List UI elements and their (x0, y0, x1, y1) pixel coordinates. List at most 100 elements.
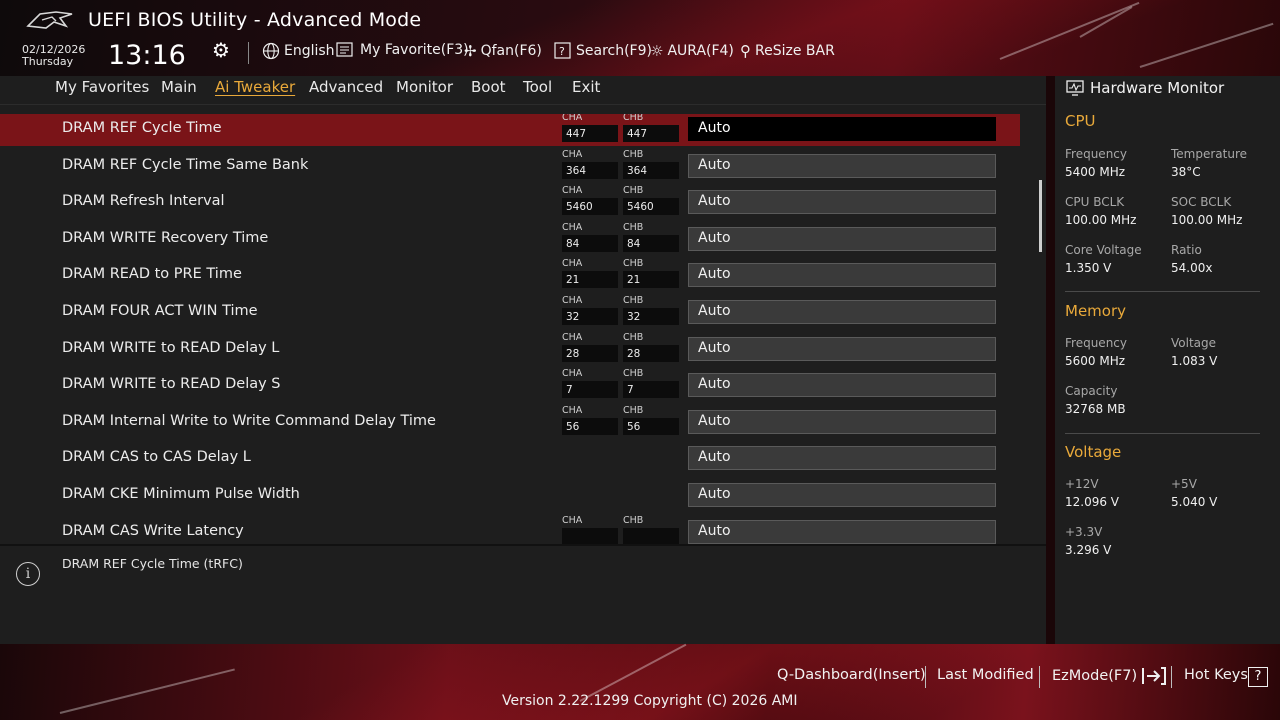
setting-value: Auto (698, 303, 731, 319)
setting-row-dram-cas-write-latency[interactable]: DRAM CAS Write Latency CHA CHB Auto (0, 514, 1020, 544)
setting-row-dram-refresh-interval[interactable]: DRAM Refresh Interval CHA 5460 CHB 5460 Au… (0, 185, 1020, 219)
resize-bar-icon: ⚲ (740, 42, 751, 60)
cha-value: 21 (566, 274, 580, 287)
chb-value: 21 (627, 274, 641, 287)
chb-value: 84 (627, 237, 641, 250)
chb-readout: CHB 21 (623, 258, 679, 289)
cpu-frequency-value: 5400 MHz (1065, 165, 1126, 179)
setting-label: DRAM CKE Minimum Pulse Width (62, 486, 300, 502)
setting-label: DRAM REF Cycle Time (62, 120, 222, 136)
tab-exit[interactable]: Exit (572, 78, 600, 96)
qfan-button[interactable]: ✢ Qfan(F6) (464, 42, 542, 60)
setting-row-dram-ref-cycle-time-same-bank[interactable]: DRAM REF Cycle Time Same Bank CHA 364 CHB… (0, 149, 1020, 183)
section-divider (1065, 433, 1260, 434)
hot-keys-button[interactable]: Hot Keys (1184, 667, 1248, 683)
cha-readout: CHA 447 (562, 114, 618, 142)
setting-label: DRAM WRITE to READ Delay L (62, 339, 280, 356)
help-question-icon[interactable]: ? (1248, 667, 1268, 687)
setting-value: Auto (698, 339, 731, 356)
setting-row-dram-internal-write-to-write-command-delay-time[interactable]: DRAM Internal Write to Write Command Del… (0, 405, 1020, 439)
tab-tool[interactable]: Tool (523, 78, 552, 96)
header-divider (248, 42, 249, 64)
favorite-list-icon (336, 42, 353, 57)
core-voltage-label: Core Voltage (1065, 243, 1142, 257)
resize-bar-button[interactable]: ⚲ ReSize BAR (740, 42, 835, 60)
setting-value-field[interactable]: Auto (688, 483, 996, 507)
soc-bclk-value: 100.00 MHz (1171, 213, 1243, 227)
cha-caption: CHA (562, 295, 583, 306)
chb-value: 28 (627, 347, 641, 360)
setting-row-dram-write-to-read-delay-l[interactable]: DRAM WRITE to READ Delay L CHA 28 CHB 28 A… (0, 332, 1020, 366)
chb-caption: CHB (623, 368, 644, 380)
cpu-heading: CPU (1065, 112, 1096, 130)
tab-ai-tweaker[interactable]: Ai Tweaker (215, 78, 295, 96)
chb-value: 364 (627, 164, 648, 177)
setting-value: Auto (698, 449, 731, 466)
ezmode-label: EzMode(F7) (1052, 668, 1138, 684)
scrollbar[interactable] (1039, 180, 1042, 252)
setting-value: Auto (698, 522, 731, 539)
setting-value-field[interactable]: Auto (688, 409, 996, 434)
core-voltage-value: 1.350 V (1065, 261, 1112, 275)
info-icon: i (16, 562, 40, 586)
my-favorite-button[interactable]: My Favorite(F3) (336, 42, 469, 58)
language-button[interactable]: English (262, 42, 335, 60)
chb-value: 32 (627, 311, 641, 323)
setting-label: DRAM WRITE Recovery Time (62, 229, 269, 246)
setting-value: Auto (698, 412, 731, 429)
setting-label: DRAM Refresh Interval (62, 193, 225, 210)
tab-advanced[interactable]: Advanced (309, 78, 383, 96)
setting-row-dram-cke-minimum-pulse-width[interactable]: DRAM CKE Minimum Pulse Width Auto (0, 480, 1020, 512)
footer-divider (1171, 666, 1172, 688)
cha-readout: CHA 56 (562, 405, 618, 435)
cha-readout: CHA 32 (562, 295, 618, 325)
v33-label: +3.3V (1065, 525, 1103, 539)
memory-heading: Memory (1065, 302, 1127, 320)
hardware-monitor-label: Hardware Monitor (1090, 79, 1225, 97)
cha-readout: CHA 84 (562, 221, 618, 252)
chb-readout: CHB 84 (623, 222, 679, 252)
setting-row-dram-write-to-read-delay-s[interactable]: DRAM WRITE to READ Delay S CHA 7 CHB 7 Aut… (0, 368, 1020, 402)
cha-caption: CHA (562, 514, 583, 526)
ratio-label: Ratio (1171, 243, 1202, 257)
setting-value-field[interactable]: Auto (688, 153, 996, 178)
version-text: Version 2.22.1299 Copyright (C) 2026 AMI (502, 693, 798, 709)
tab-monitor[interactable]: Monitor (396, 78, 453, 96)
tab-boot[interactable]: Boot (471, 78, 506, 96)
last-modified-button[interactable]: Last Modified (937, 667, 1034, 683)
fan-icon: ✢ (464, 42, 477, 60)
setting-row-dram-write-recovery-time[interactable]: DRAM WRITE Recovery Time CHA 84 CHB 84 Aut… (0, 221, 1020, 256)
q-dashboard-button[interactable]: Q-Dashboard(Insert) (777, 667, 926, 683)
setting-value-field[interactable]: Auto (688, 190, 996, 215)
aura-button[interactable]: ☼ AURA(F4) (650, 42, 734, 60)
ezmode-button[interactable]: EzMode(F7) (1052, 667, 1167, 685)
setting-value-field[interactable]: Auto (688, 117, 996, 141)
search-button[interactable]: ? Search(F9) (554, 42, 652, 60)
chb-readout: CHB 5460 (623, 185, 679, 216)
setting-value-field[interactable]: Auto (688, 519, 996, 544)
aura-icon: ☼ (650, 42, 664, 60)
search-label: Search(F9) (576, 43, 652, 59)
setting-value: Auto (698, 229, 731, 246)
cha-caption: CHA (562, 221, 583, 233)
cha-value: 84 (566, 237, 580, 250)
tab-main[interactable]: Main (161, 78, 197, 96)
gear-icon[interactable]: ⚙ (212, 38, 230, 62)
setting-value-field[interactable]: Auto (688, 226, 996, 251)
setting-label: DRAM FOUR ACT WIN Time (62, 303, 258, 319)
setting-value-field[interactable]: Auto (688, 263, 996, 288)
setting-value-field[interactable]: Auto (688, 300, 996, 324)
cha-caption: CHA (562, 258, 583, 270)
date-display: 02/12/2026 Thursday (22, 44, 85, 68)
setting-value-field[interactable]: Auto (688, 336, 996, 361)
setting-row-dram-cas-to-cas-delay-l[interactable]: DRAM CAS to CAS Delay L Auto (0, 443, 1020, 475)
setting-value-field[interactable]: Auto (688, 373, 996, 398)
setting-row-dram-four-act-win-time[interactable]: DRAM FOUR ACT WIN Time CHA 32 CHB 32 Auto (0, 295, 1020, 329)
memory-frequency-value: 5600 MHz (1065, 354, 1126, 368)
memory-capacity-label: Capacity (1065, 384, 1118, 398)
v33-value: 3.296 V (1065, 543, 1112, 557)
tab-my-favorites[interactable]: My Favorites (55, 78, 149, 96)
setting-row-dram-read-to-pre-time[interactable]: DRAM READ to PRE Time CHA 21 CHB 21 Auto (0, 258, 1020, 292)
setting-row-dram-ref-cycle-time[interactable]: DRAM REF Cycle Time CHA 447 CHB 447 Auto (0, 114, 1020, 146)
setting-value-field[interactable]: Auto (688, 446, 996, 471)
